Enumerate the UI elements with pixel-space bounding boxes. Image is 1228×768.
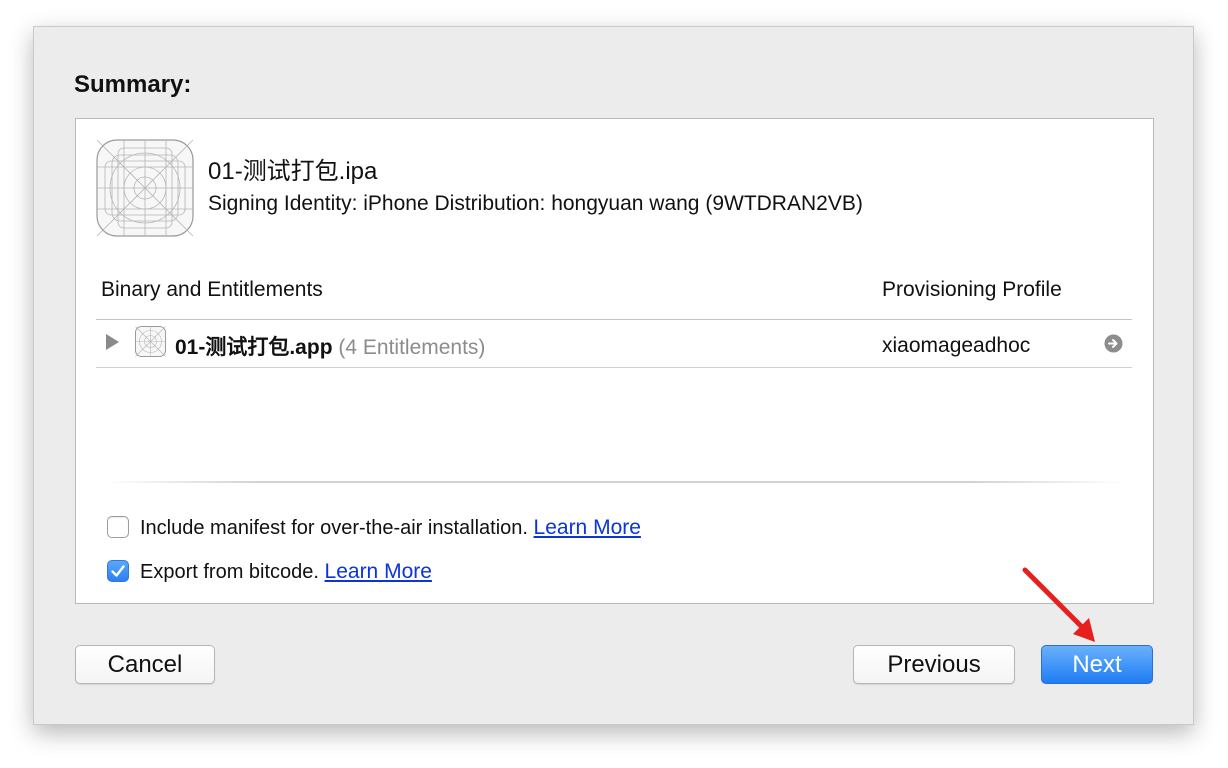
binary-column-header: Binary and Entitlements <box>101 278 323 301</box>
ipa-file-name: 01-测试打包.ipa <box>208 158 378 185</box>
summary-panel: 01-测试打包.ipa Signing Identity: iPhone Dis… <box>75 118 1154 604</box>
ota-learn-more-link[interactable]: Learn More <box>534 516 641 539</box>
go-arrow-icon[interactable] <box>1104 334 1123 353</box>
ota-manifest-checkbox[interactable] <box>107 516 129 538</box>
row-divider <box>96 367 1132 368</box>
export-bitcode-option: Export from bitcode. Learn More <box>140 560 432 584</box>
bitcode-learn-more-link[interactable]: Learn More <box>325 560 432 583</box>
entitlements-count: (4 Entitlements) <box>338 336 486 359</box>
app-bundle-name: 01-测试打包.app <box>175 336 333 359</box>
app-small-icon <box>135 326 166 357</box>
export-bitcode-checkbox[interactable] <box>107 560 129 582</box>
export-bitcode-label: Export from bitcode. <box>140 561 319 583</box>
ota-manifest-label: Include manifest for over-the-air instal… <box>140 517 528 539</box>
checkmark-icon <box>111 565 125 577</box>
signing-identity: Signing Identity: iPhone Distribution: h… <box>208 192 863 215</box>
previous-button[interactable]: Previous <box>853 645 1015 684</box>
cancel-button[interactable]: Cancel <box>75 645 215 684</box>
next-button[interactable]: Next <box>1041 645 1153 684</box>
provisioning-profile-name: xiaomageadhoc <box>882 334 1031 357</box>
profile-column-header: Provisioning Profile <box>882 278 1062 301</box>
header-divider <box>96 319 1132 320</box>
app-icon <box>96 139 194 237</box>
binary-entry: 01-测试打包.app (4 Entitlements) <box>175 331 485 361</box>
options-divider <box>104 481 1124 483</box>
export-dialog: Summary: 01-测试打包.ipa Signing Identity: i… <box>33 26 1194 725</box>
summary-title: Summary: <box>74 71 192 98</box>
disclosure-triangle-icon[interactable] <box>106 334 119 350</box>
ota-manifest-option: Include manifest for over-the-air instal… <box>140 516 641 540</box>
